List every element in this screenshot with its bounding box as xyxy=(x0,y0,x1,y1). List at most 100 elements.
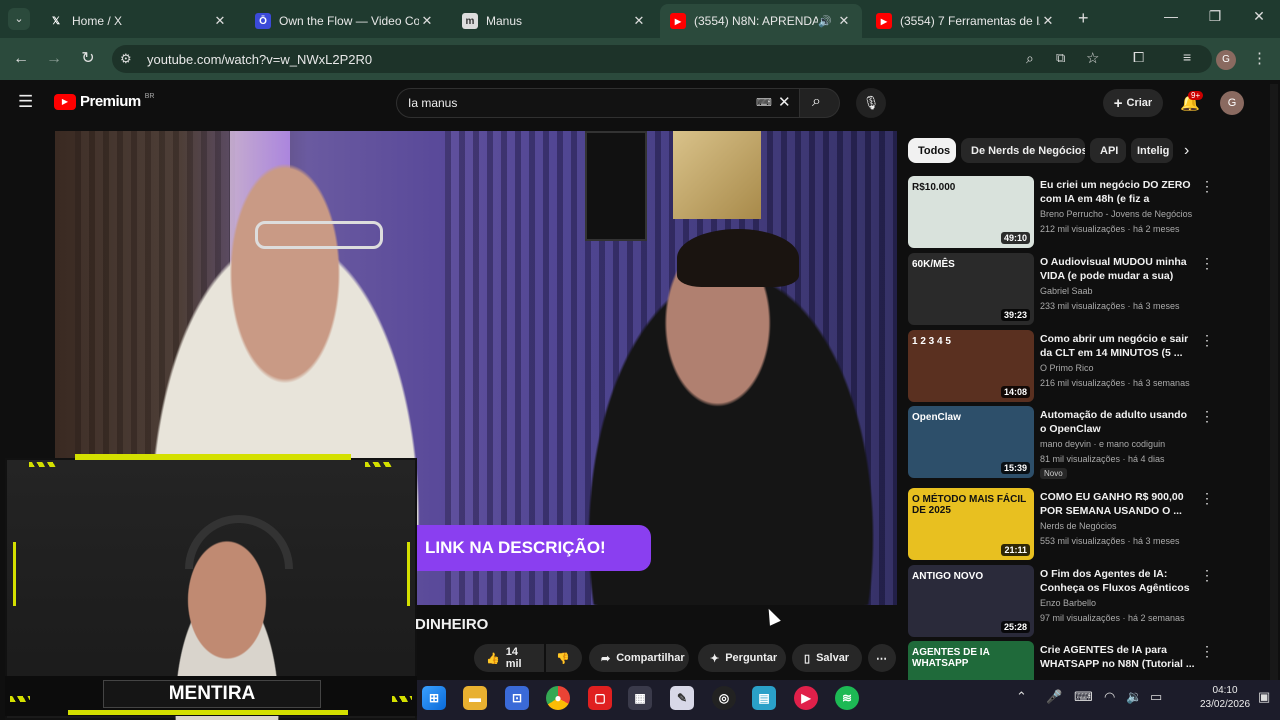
volume-icon[interactable]: 🔉 xyxy=(1126,689,1142,705)
system-clock[interactable]: 04:10 23/02/2026 xyxy=(1200,684,1250,712)
chevron-right-icon[interactable]: › xyxy=(1184,142,1189,160)
channel-name[interactable]: Enzo Barbello xyxy=(1040,598,1096,608)
media-controls-icon[interactable]: ≡ xyxy=(1183,49,1191,65)
recommendation-item[interactable]: O MÉTODO MAIS FÁCIL DE 2025 21:11 COMO EU … xyxy=(908,488,1238,560)
channel-name[interactable]: mano deyvin · e mano codiguin xyxy=(1040,439,1165,449)
more-vert-icon[interactable]: ⋮ xyxy=(1200,178,1214,195)
spotify-icon[interactable]: ≋ xyxy=(835,686,859,710)
recommendation-title[interactable]: Eu criei um negócio DO ZERO com IA em 48… xyxy=(1040,178,1195,207)
keyboard-icon[interactable]: ⌨ xyxy=(756,96,772,109)
chrome-icon[interactable]: ● xyxy=(546,686,570,710)
more-vert-icon[interactable]: ⋮ xyxy=(1200,408,1214,425)
recommendation-item[interactable]: AGENTES DE IA WHATSAPP Crie AGENTES de IA… xyxy=(908,641,1238,713)
create-button[interactable]: + Criar xyxy=(1103,89,1163,117)
keyboard-layout-icon[interactable]: ⌨ xyxy=(1074,689,1093,705)
obs-icon[interactable]: ◎ xyxy=(712,686,736,710)
close-tab-icon[interactable]: ✕ xyxy=(419,13,435,29)
reload-icon[interactable]: ↻ xyxy=(77,48,99,70)
voice-search-button[interactable]: 🎙 xyxy=(856,88,886,118)
dislike-button[interactable]: 👎 xyxy=(546,644,582,672)
forward-icon[interactable]: → xyxy=(43,48,65,70)
calculator-icon[interactable]: ▦ xyxy=(628,686,652,710)
close-tab-icon[interactable]: ✕ xyxy=(836,13,852,29)
video-thumbnail[interactable]: 1 2 3 4 5 14:08 xyxy=(908,330,1034,402)
chip-api[interactable]: API xyxy=(1090,138,1126,163)
close-tab-icon[interactable]: ✕ xyxy=(631,13,647,29)
battery-icon[interactable]: ▭ xyxy=(1150,689,1162,705)
recommendation-title[interactable]: Como abrir um negócio e sair da CLT em 1… xyxy=(1040,332,1195,360)
video-thumbnail[interactable]: ANTIGO NOVO 25:28 xyxy=(908,565,1034,637)
new-tab-icon[interactable]: + xyxy=(1078,8,1089,29)
channel-name[interactable]: Nerds de Negócios xyxy=(1040,521,1117,531)
youtube-avatar[interactable]: G xyxy=(1220,91,1244,115)
browser-tab-x[interactable]: 𝕏 Home / X ✕ xyxy=(38,4,238,38)
chip-todos[interactable]: Todos xyxy=(908,138,956,163)
wifi-icon[interactable]: ◠ xyxy=(1104,689,1115,705)
recommendation-item[interactable]: ANTIGO NOVO 25:28 O Fim dos Agentes de IA:… xyxy=(908,565,1238,637)
app-red-icon[interactable]: ▢ xyxy=(588,686,612,710)
recommendation-item[interactable]: 60K/MÊS 39:23 O Audiovisual MUDOU minha VI… xyxy=(908,253,1238,325)
browser-tab-7-ferramentas[interactable]: ▶ (3554) 7 Ferramentas de IA ✕ xyxy=(866,4,1066,38)
extensions-icon[interactable]: ⧠ xyxy=(1133,49,1144,66)
more-vert-icon[interactable]: ⋮ xyxy=(1200,567,1214,584)
hamburger-menu-icon[interactable]: ☰ xyxy=(18,92,33,112)
browser-tab-manus[interactable]: m Manus ✕ xyxy=(452,4,657,38)
more-vert-icon[interactable]: ⋮ xyxy=(1200,643,1214,660)
page-scrollbar[interactable] xyxy=(1270,84,1278,680)
video-thumbnail[interactable]: OpenClaw 15:39 xyxy=(908,406,1034,478)
browser-tab-own-the-flow[interactable]: Ō Own the Flow — Video Com ✕ xyxy=(245,4,445,38)
tray-chevron-icon[interactable]: ⌃ xyxy=(1016,689,1027,705)
recommendation-title[interactable]: Crie AGENTES de IA para WHATSAPP no N8N … xyxy=(1040,643,1195,671)
video-thumbnail[interactable]: 60K/MÊS 39:23 xyxy=(908,253,1034,325)
more-vert-icon[interactable]: ⋮ xyxy=(1200,332,1214,349)
chip-nerds-de-negocios[interactable]: De Nerds de Negócios xyxy=(961,138,1085,163)
video-thumbnail[interactable]: O MÉTODO MAIS FÁCIL DE 2025 21:11 xyxy=(908,488,1034,560)
minimize-icon[interactable]: — xyxy=(1156,8,1186,30)
more-vert-icon[interactable]: ⋮ xyxy=(1200,255,1214,272)
save-button[interactable]: ▯ Salvar xyxy=(792,644,862,672)
share-button[interactable]: ➦ Compartilhar xyxy=(589,644,689,672)
recommendation-item[interactable]: 1 2 3 4 5 14:08 Como abrir um negócio e sa… xyxy=(908,330,1238,402)
search-input[interactable]: Ia manus xyxy=(408,96,457,110)
clear-search-icon[interactable]: ✕ xyxy=(778,93,791,111)
chip-intelig[interactable]: Intelig xyxy=(1131,138,1173,163)
search-button[interactable]: ⌕ xyxy=(800,88,840,118)
tab-search-button[interactable]: ⌄ xyxy=(8,8,30,30)
notepad-icon[interactable]: ✎ xyxy=(670,686,694,710)
speaker-icon[interactable]: 🔊 xyxy=(818,15,832,28)
install-app-icon[interactable]: ⧉ xyxy=(1056,50,1065,66)
notification-center-icon[interactable]: ▣ xyxy=(1258,689,1270,705)
channel-name[interactable]: Gabriel Saab xyxy=(1040,286,1093,296)
browser-menu-icon[interactable]: ⋮ xyxy=(1252,49,1267,67)
close-window-icon[interactable]: ✕ xyxy=(1244,8,1274,30)
bookmark-star-icon[interactable]: ☆ xyxy=(1086,49,1099,67)
video-thumbnail[interactable]: R$10.000 49:10 xyxy=(908,176,1034,248)
maximize-icon[interactable]: ❐ xyxy=(1200,8,1230,30)
recommendation-title[interactable]: Automação de adulto usando o OpenClaw xyxy=(1040,408,1195,436)
recommendation-item[interactable]: R$10.000 49:10 Eu criei um negócio DO ZERO… xyxy=(908,176,1238,248)
back-icon[interactable]: ← xyxy=(10,48,32,70)
recommendation-title[interactable]: COMO EU GANHO R$ 900,00 POR SEMANA USAND… xyxy=(1040,490,1195,518)
close-tab-icon[interactable]: ✕ xyxy=(1040,13,1056,29)
recommendation-item[interactable]: OpenClaw 15:39 Automação de adulto usando … xyxy=(908,406,1238,479)
site-info-icon[interactable]: ⚙ xyxy=(120,51,132,67)
recommendation-title[interactable]: O Fim dos Agentes de IA: Conheça os Flux… xyxy=(1040,567,1195,596)
more-actions-button[interactable]: ⋯ xyxy=(868,644,896,672)
media-player-icon[interactable]: ▶ xyxy=(794,686,818,710)
ask-button[interactable]: ✦ Perguntar xyxy=(698,644,786,672)
youtube-logo[interactable]: ▶ Premium BR xyxy=(54,93,154,110)
channel-name[interactable]: O Primo Rico xyxy=(1040,363,1094,373)
more-vert-icon[interactable]: ⋮ xyxy=(1200,490,1214,507)
close-tab-icon[interactable]: ✕ xyxy=(212,13,228,29)
browser-tab-n8n-active[interactable]: ▶ (3554) N8N: APRENDA U 🔊 ✕ xyxy=(660,4,862,38)
like-button[interactable]: 👍 14 mil xyxy=(474,644,544,672)
zoom-icon[interactable]: ⌕ xyxy=(1026,50,1034,67)
file-explorer-icon[interactable]: ▬ xyxy=(463,686,487,710)
recommendation-title[interactable]: O Audiovisual MUDOU minha VIDA (e pode m… xyxy=(1040,255,1195,283)
notes-icon[interactable]: ▤ xyxy=(752,686,776,710)
channel-name[interactable]: Breno Perrucho - Jovens de Negócios xyxy=(1040,209,1192,219)
store-icon[interactable]: ⊡ xyxy=(505,686,529,710)
url-text[interactable]: youtube.com/watch?v=w_NWxL2P2R0 xyxy=(147,52,372,67)
windows-start-icon[interactable]: ⊞ xyxy=(422,686,446,710)
profile-avatar[interactable]: G xyxy=(1216,50,1236,70)
